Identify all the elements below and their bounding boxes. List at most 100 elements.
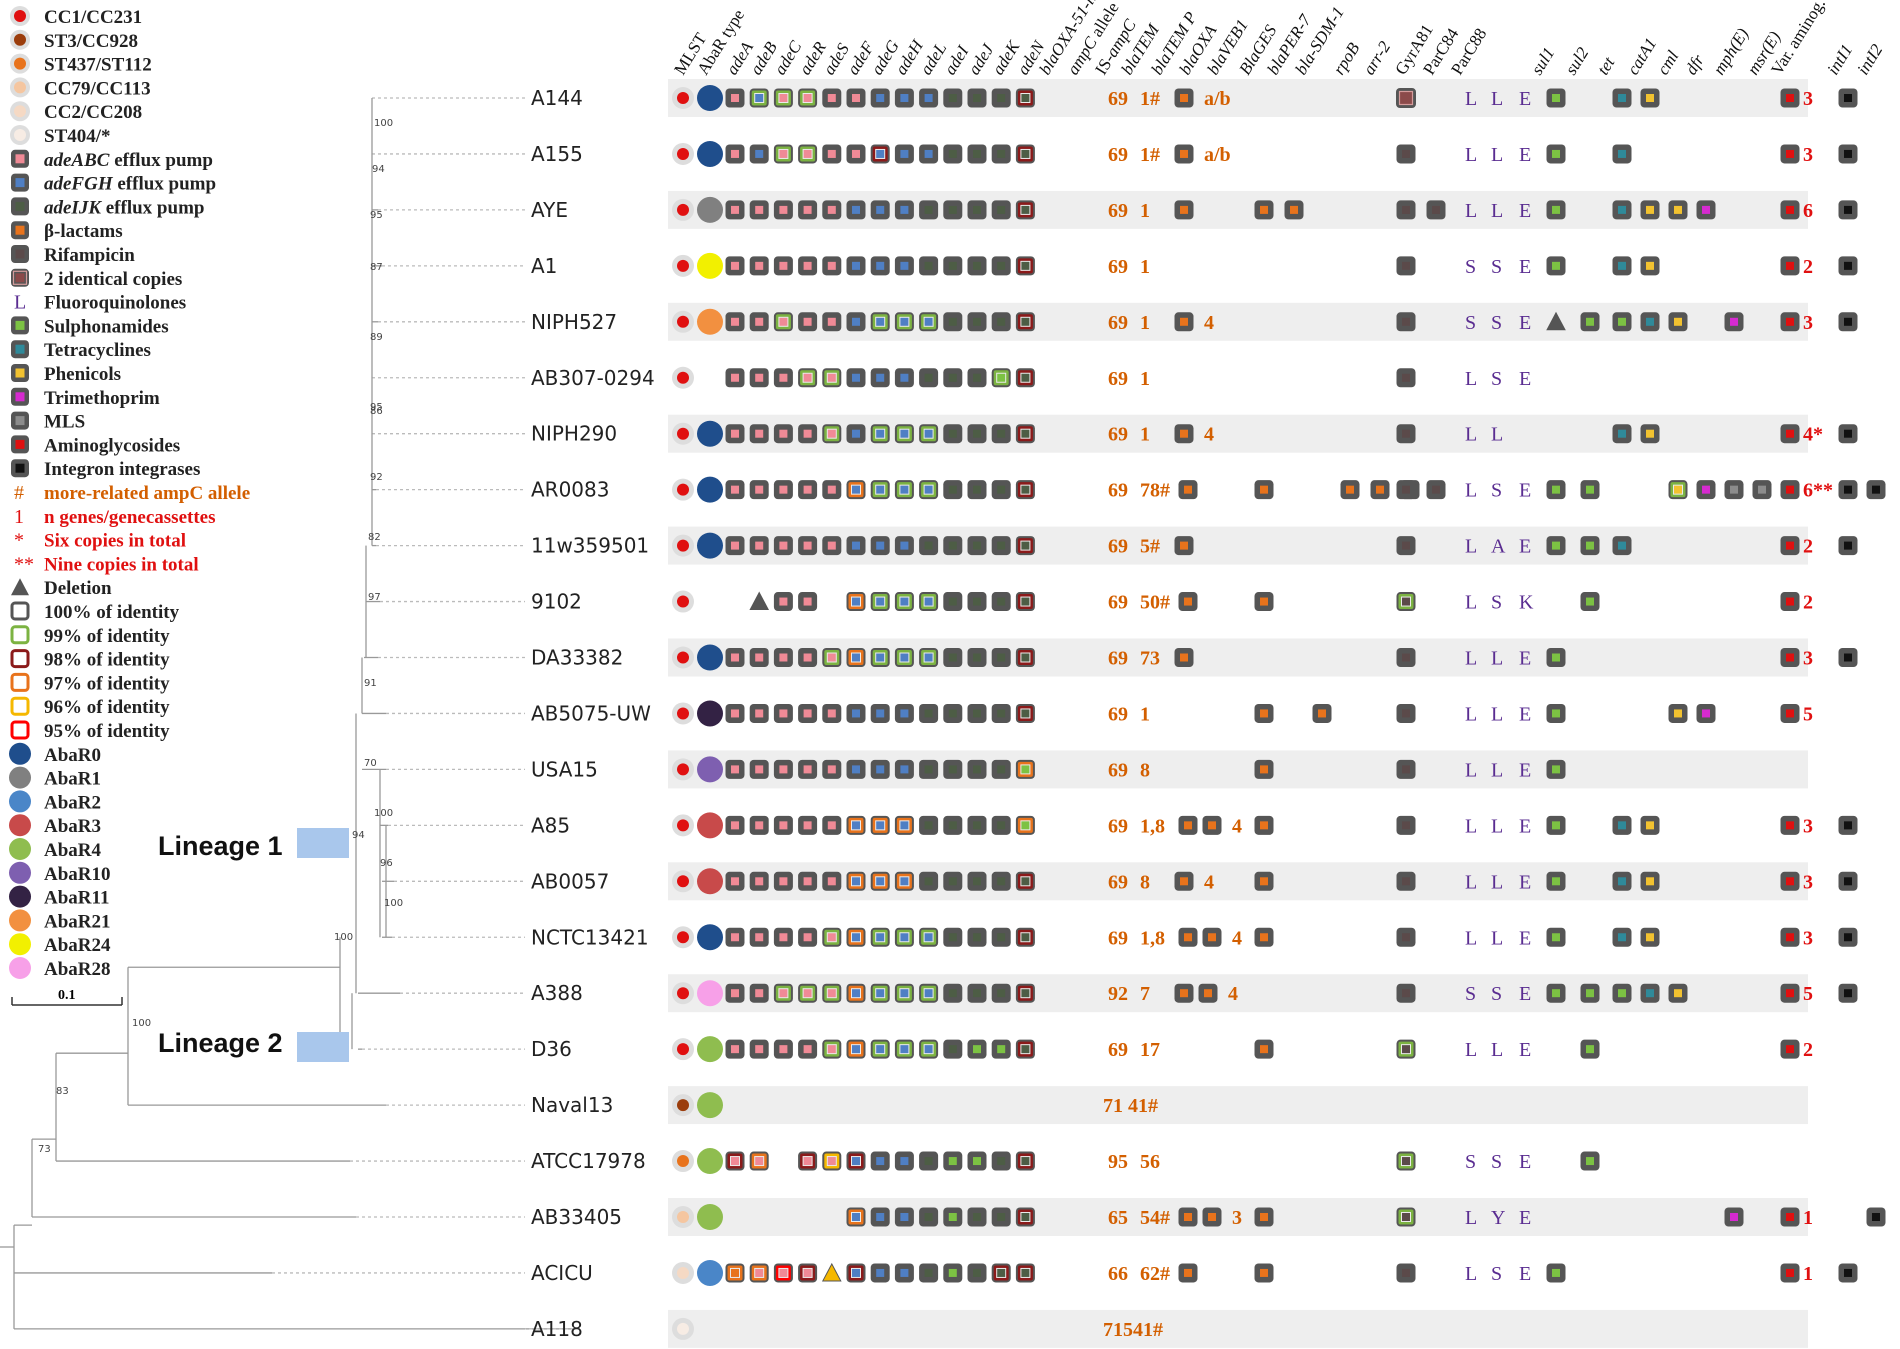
gene-square	[876, 709, 885, 718]
legend-item: Deletion	[11, 578, 112, 599]
strain-name: D36	[531, 1037, 572, 1061]
ampc-allele: 1	[1140, 200, 1150, 222]
resistance-gene-square	[1674, 989, 1682, 998]
gene-square	[755, 933, 764, 942]
fq-mutation-parc84: S	[1491, 1151, 1502, 1173]
legend-label: adeABC efflux pump	[44, 150, 213, 171]
bla-gene-square	[1260, 709, 1268, 718]
legend-item: 97% of identity	[10, 672, 170, 694]
strain-name: AB0057	[531, 869, 609, 893]
gene-square	[731, 94, 739, 102]
legend-label: AbaR4	[44, 840, 102, 861]
aminoglycoside-square	[1786, 821, 1794, 830]
gene-square	[997, 94, 1006, 102]
legend-item: 99% of identity	[10, 625, 170, 647]
legend-label: adeFGH efflux pump	[44, 174, 216, 195]
strain-name: A118	[531, 1317, 583, 1341]
resistance-gene-square	[1552, 821, 1560, 830]
gene-square	[948, 541, 957, 550]
is-ampc-square	[1180, 877, 1188, 886]
bla-gene-square	[1346, 485, 1354, 494]
gene-square	[1021, 149, 1030, 158]
ampc-allele: 7	[1140, 983, 1150, 1005]
bootstrap-value: 94	[352, 830, 365, 841]
strain-row: 9102 69 50# L S K 2	[531, 590, 1813, 614]
gene-square	[997, 933, 1006, 942]
is-ampc-label: 4	[1204, 312, 1214, 334]
strain-name: NIPH527	[531, 310, 617, 334]
resistance-gene-square	[1646, 317, 1654, 326]
resistance-gene-square	[1552, 653, 1560, 662]
gene-square	[827, 877, 836, 886]
is-ampc-square	[1184, 597, 1192, 606]
gene-square	[1021, 317, 1030, 326]
fq-mutation-parc84: S	[1491, 256, 1502, 278]
oxa-value: 69	[1108, 703, 1128, 725]
resistance-gene-square	[1552, 261, 1560, 270]
bla-gene-square	[1260, 597, 1268, 606]
inti1-square	[1844, 1268, 1852, 1277]
bootstrap-value: 70	[364, 758, 377, 769]
legend-item: Aminoglycosides	[11, 435, 180, 456]
gene-square	[779, 149, 788, 158]
gene-square	[779, 261, 788, 270]
gene-square	[852, 933, 860, 942]
gene-square	[755, 541, 764, 550]
gene-square	[973, 989, 981, 998]
bootstrap-value: 100	[374, 118, 393, 129]
legend-item: CC1/CC231	[10, 6, 142, 28]
gene-square	[803, 877, 812, 886]
gene-square	[924, 821, 933, 830]
resistance-gene-square	[1552, 205, 1560, 214]
bootstrap-value: 100	[132, 1018, 151, 1029]
gene-square	[973, 541, 981, 550]
resistance-gene-square	[1552, 709, 1560, 718]
fq-mutation-parc84: S	[1491, 592, 1502, 614]
resistance-gene-square	[1586, 989, 1594, 998]
legend-item: ** Nine copies in total	[14, 553, 199, 575]
fq-mutation-parc88: E	[1519, 256, 1531, 278]
strain-name: ATCC17978	[531, 1149, 646, 1173]
gene-square	[1021, 989, 1030, 998]
gene-square	[948, 205, 957, 214]
rpob-square	[1402, 373, 1410, 382]
legend-glyph-icon: **	[14, 553, 34, 575]
aminoglycoside-square	[1786, 989, 1794, 998]
fq-mutation-gyra: S	[1465, 1151, 1476, 1173]
abar-type-icon	[697, 532, 723, 559]
legend-fill-icon	[15, 344, 25, 354]
resistance-gene-square	[1586, 485, 1594, 494]
legend-label: Integron integrases	[44, 459, 200, 480]
legend-item: CC2/CC208	[10, 101, 142, 123]
resistance-gene-square	[1618, 317, 1626, 326]
inti2-square	[1872, 1213, 1880, 1221]
gene-square	[852, 1268, 860, 1277]
legend-label: ST3/CC928	[44, 31, 138, 52]
gene-square	[973, 709, 981, 718]
resistance-gene-square	[1702, 485, 1710, 494]
oxa-value: 69	[1108, 424, 1128, 446]
gene-square	[973, 765, 981, 774]
bootstrap-value: 91	[364, 678, 377, 689]
legend-item: AbaR3	[9, 814, 101, 837]
legend-fill-icon	[15, 154, 25, 164]
is-ampc-square	[1184, 485, 1192, 494]
gene-square	[803, 709, 812, 718]
rpob-square	[1402, 877, 1410, 886]
legend-abar-icon	[9, 861, 31, 884]
gene-square	[1021, 485, 1030, 494]
bootstrap-value: 82	[368, 532, 381, 543]
legend-label: Sulphonamides	[44, 316, 169, 337]
legend-label: AbaR24	[44, 935, 111, 956]
ampc-allele: 17	[1140, 1039, 1160, 1061]
gene-square	[924, 429, 933, 438]
aminoglycoside-count: 2	[1803, 1039, 1813, 1061]
aminoglycoside-square	[1786, 1045, 1794, 1054]
gene-square	[755, 821, 764, 830]
gene-square	[924, 485, 933, 494]
gene-square	[900, 933, 909, 942]
ampc-allele: 1	[1140, 256, 1150, 278]
gene-square	[731, 373, 739, 382]
legend-dot-icon	[14, 33, 26, 46]
mlst-dot-icon	[677, 483, 689, 496]
